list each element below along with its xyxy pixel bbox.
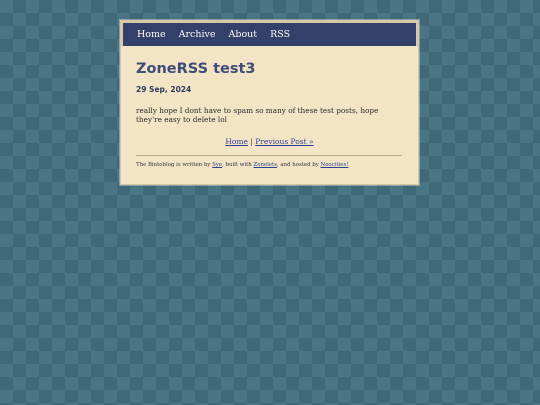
footer-mid2: , and hosted by [276,162,319,168]
post-body: really hope I dont have to spam so many … [136,106,379,124]
author-link[interactable]: Sye [212,162,222,168]
top-nav: Home Archive About RSS [121,21,418,46]
nav-archive-link[interactable]: Archive [179,29,216,40]
previous-post-link[interactable]: Previous Post » [255,137,313,146]
nav-home-link[interactable]: Home [137,29,166,40]
post-navigation: Home | Previous Post » [136,137,403,146]
blog-container: Home Archive About RSS ZoneRSS test3 29 … [121,21,418,184]
footer-mid1: , built with [222,162,252,168]
home-link[interactable]: Home [225,137,248,146]
footer-prefix: The Bintoblog is written by [136,162,211,168]
neocities-link[interactable]: Neocities! [320,162,348,168]
post-date: 29 Sep, 2024 [136,85,192,94]
footer-divider [136,155,402,156]
nav-rss-link[interactable]: RSS [270,29,290,40]
post-content: ZoneRSS test3 29 Sep, 2024 really hope I… [121,61,418,168]
zonelets-link[interactable]: Zonelets [253,162,277,168]
nav-about-link[interactable]: About [229,29,258,40]
footer: The Bintoblog is written by Sye, built w… [136,162,403,168]
link-separator: | [250,137,253,146]
post-title: ZoneRSS test3 [136,61,256,77]
